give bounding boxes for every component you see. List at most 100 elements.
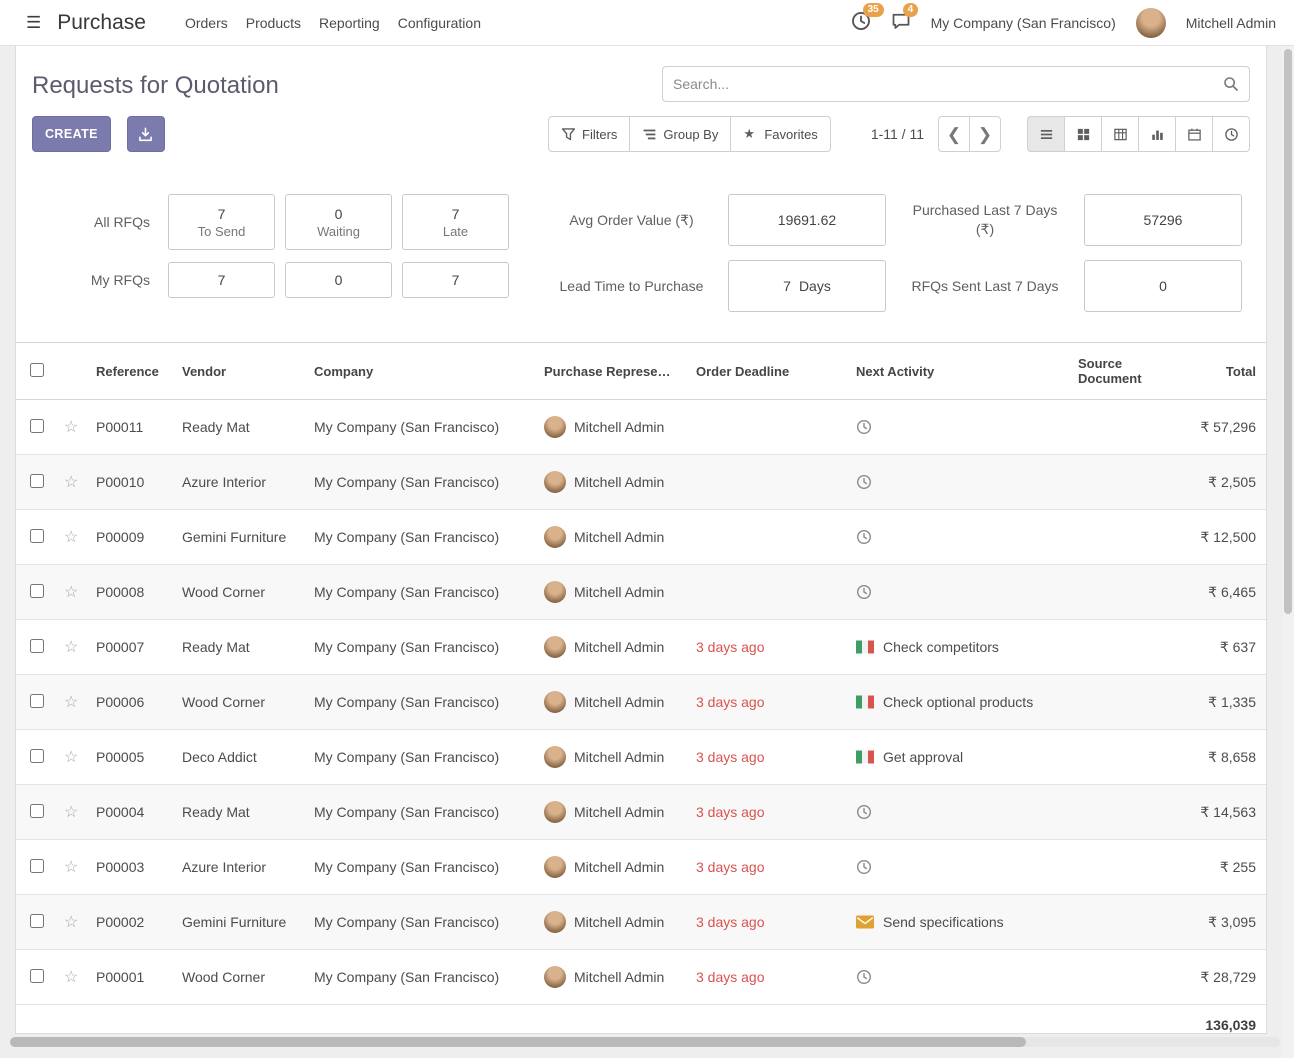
activity-clock-icon[interactable] [856, 969, 872, 985]
activity-clock-icon[interactable] [856, 859, 872, 875]
row-checkbox[interactable] [30, 474, 44, 488]
row-checkbox[interactable] [30, 804, 44, 818]
horizontal-scrollbar-thumb[interactable] [10, 1037, 1026, 1047]
favorite-star-icon[interactable]: ☆ [64, 859, 78, 876]
favorite-star-icon[interactable]: ☆ [64, 749, 78, 766]
activity-clock-icon[interactable] [856, 474, 872, 490]
pager-prev-button[interactable]: ❮ [938, 116, 970, 152]
row-checkbox[interactable] [30, 584, 44, 598]
row-checkbox[interactable] [30, 529, 44, 543]
table-row[interactable]: ☆ P00005 Deco Addict My Company (San Fra… [16, 730, 1266, 785]
header-source-document[interactable]: Source Document [1072, 343, 1188, 400]
next-activity-cell[interactable] [850, 840, 1072, 895]
row-checkbox[interactable] [30, 749, 44, 763]
search-box[interactable] [662, 66, 1250, 102]
group-by-button[interactable]: Group By [629, 116, 731, 152]
favorite-star-icon[interactable]: ☆ [64, 584, 78, 601]
table-row[interactable]: ☆ P00004 Ready Mat My Company (San Franc… [16, 785, 1266, 840]
messages-menu[interactable]: 4 [891, 11, 911, 34]
table-row[interactable]: ☆ P00009 Gemini Furniture My Company (Sa… [16, 510, 1266, 565]
vertical-scrollbar-thumb[interactable] [1284, 49, 1292, 614]
activity-flag-icon[interactable] [856, 640, 874, 654]
pager-next-button[interactable]: ❯ [969, 116, 1001, 152]
search-input[interactable] [673, 76, 1223, 92]
vertical-scrollbar[interactable] [1282, 46, 1294, 1058]
select-all-checkbox[interactable] [30, 363, 44, 377]
activity-flag-icon[interactable] [856, 750, 874, 764]
filters-button[interactable]: Filters [548, 116, 630, 152]
table-row[interactable]: ☆ P00001 Wood Corner My Company (San Fra… [16, 950, 1266, 1005]
all-late-button[interactable]: 7 Late [402, 194, 509, 250]
activity-view-button[interactable] [1212, 116, 1250, 152]
header-reference[interactable]: Reference [90, 343, 176, 400]
row-checkbox[interactable] [30, 914, 44, 928]
table-row[interactable]: ☆ P00006 Wood Corner My Company (San Fra… [16, 675, 1266, 730]
nav-menu-reporting[interactable]: Reporting [310, 10, 389, 36]
apps-menu-icon[interactable]: ☰ [26, 13, 41, 33]
nav-menu-products[interactable]: Products [237, 10, 310, 36]
header-purchase-representative[interactable]: Purchase Represe… [538, 343, 690, 400]
table-row[interactable]: ☆ P00010 Azure Interior My Company (San … [16, 455, 1266, 510]
favorite-star-icon[interactable]: ☆ [64, 474, 78, 491]
next-activity-cell[interactable] [850, 400, 1072, 455]
company-switcher[interactable]: My Company (San Francisco) [931, 15, 1116, 31]
table-row[interactable]: ☆ P00002 Gemini Furniture My Company (Sa… [16, 895, 1266, 950]
all-to-send-button[interactable]: 7 To Send [168, 194, 275, 250]
next-activity-cell[interactable] [850, 950, 1072, 1005]
favorite-star-icon[interactable]: ☆ [64, 419, 78, 436]
nav-menu-configuration[interactable]: Configuration [389, 10, 490, 36]
export-button[interactable] [127, 116, 165, 152]
my-late-button[interactable]: 7 [402, 262, 509, 298]
header-vendor[interactable]: Vendor [176, 343, 308, 400]
next-activity-cell[interactable]: Check optional products [850, 675, 1072, 730]
favorites-button[interactable]: ★ Favorites [730, 116, 830, 152]
my-waiting-button[interactable]: 0 [285, 262, 392, 298]
my-to-send-button[interactable]: 7 [168, 262, 275, 298]
favorite-star-icon[interactable]: ☆ [64, 529, 78, 546]
user-avatar[interactable] [1136, 8, 1166, 38]
next-activity-cell[interactable]: Check competitors [850, 620, 1072, 675]
favorite-star-icon[interactable]: ☆ [64, 804, 78, 821]
table-row[interactable]: ☆ P00008 Wood Corner My Company (San Fra… [16, 565, 1266, 620]
activity-flag-icon[interactable] [856, 695, 874, 709]
app-brand[interactable]: Purchase [57, 11, 146, 35]
header-next-activity[interactable]: Next Activity [850, 343, 1072, 400]
row-checkbox[interactable] [30, 969, 44, 983]
next-activity-cell[interactable] [850, 455, 1072, 510]
activity-clock-icon[interactable] [856, 584, 872, 600]
graph-view-button[interactable] [1138, 116, 1176, 152]
row-checkbox[interactable] [30, 419, 44, 433]
table-row[interactable]: ☆ P00011 Ready Mat My Company (San Franc… [16, 400, 1266, 455]
search-icon[interactable] [1223, 76, 1239, 92]
nav-menu-orders[interactable]: Orders [176, 10, 237, 36]
kanban-view-button[interactable] [1064, 116, 1102, 152]
horizontal-scrollbar[interactable] [10, 1037, 1280, 1047]
favorite-star-icon[interactable]: ☆ [64, 639, 78, 656]
table-row[interactable]: ☆ P00007 Ready Mat My Company (San Franc… [16, 620, 1266, 675]
next-activity-cell[interactable]: Get approval [850, 730, 1072, 785]
all-waiting-button[interactable]: 0 Waiting [285, 194, 392, 250]
header-company[interactable]: Company [308, 343, 538, 400]
favorite-star-icon[interactable]: ☆ [64, 914, 78, 931]
next-activity-cell[interactable]: Send specifications [850, 895, 1072, 950]
activity-clock-menu[interactable]: 35 [851, 11, 871, 34]
list-view-button[interactable] [1027, 116, 1065, 152]
calendar-view-button[interactable] [1175, 116, 1213, 152]
header-total[interactable]: Total [1188, 343, 1266, 400]
row-checkbox[interactable] [30, 859, 44, 873]
activity-clock-icon[interactable] [856, 529, 872, 545]
activity-clock-icon[interactable] [856, 419, 872, 435]
header-order-deadline[interactable]: Order Deadline [690, 343, 850, 400]
next-activity-cell[interactable] [850, 510, 1072, 565]
favorite-star-icon[interactable]: ☆ [64, 694, 78, 711]
create-button[interactable]: CREATE [32, 116, 111, 152]
user-menu[interactable]: Mitchell Admin [1186, 15, 1276, 31]
next-activity-cell[interactable] [850, 565, 1072, 620]
activity-clock-icon[interactable] [856, 804, 872, 820]
table-row[interactable]: ☆ P00003 Azure Interior My Company (San … [16, 840, 1266, 895]
pivot-view-button[interactable] [1101, 116, 1139, 152]
row-checkbox[interactable] [30, 639, 44, 653]
favorite-star-icon[interactable]: ☆ [64, 969, 78, 986]
next-activity-cell[interactable] [850, 785, 1072, 840]
activity-mail-icon[interactable] [856, 915, 874, 929]
